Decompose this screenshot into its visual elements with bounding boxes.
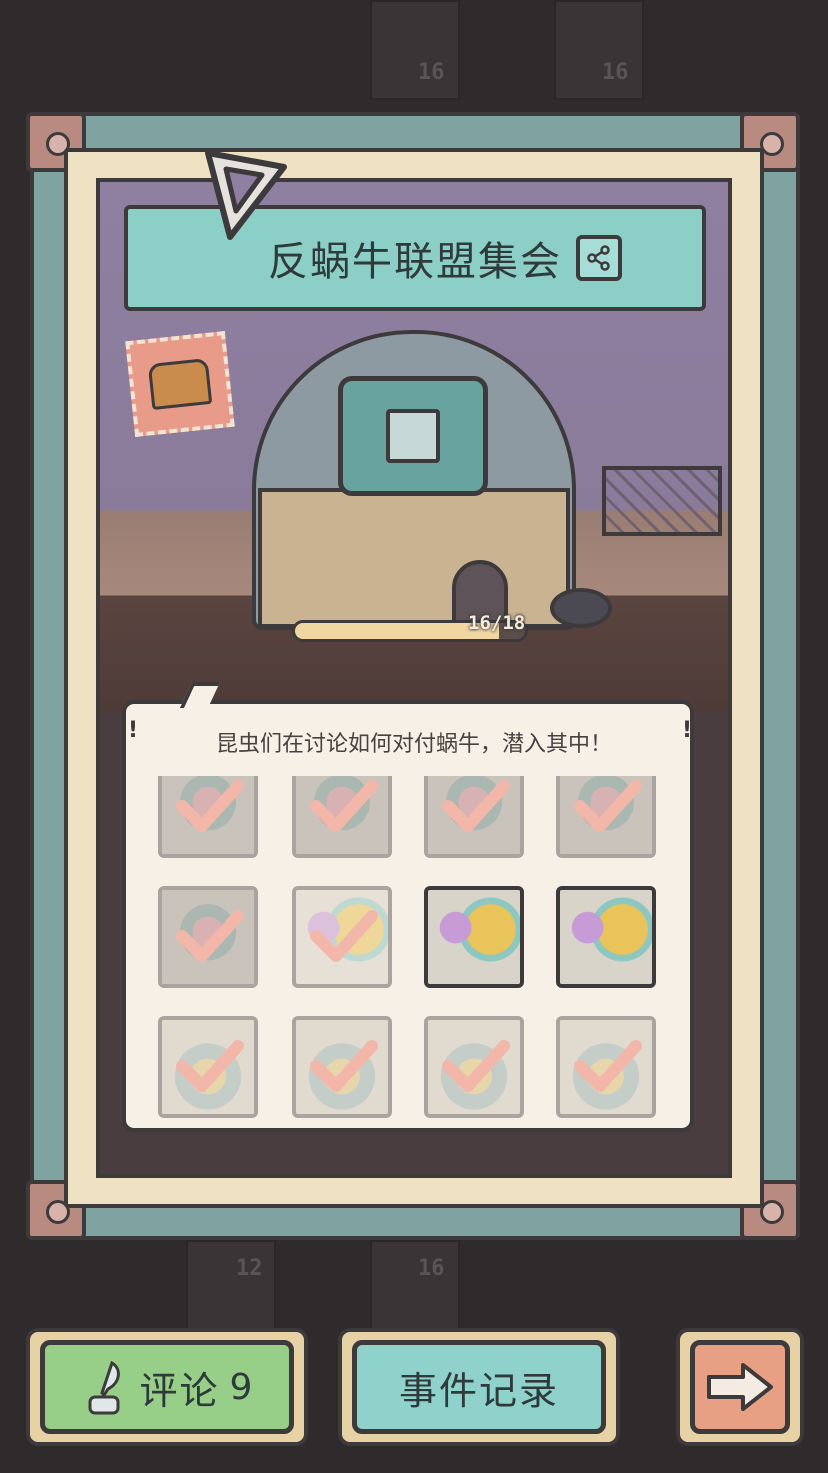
bug-card[interactable] <box>424 886 524 988</box>
background-tile-number: 12 <box>236 1256 263 1281</box>
event-log-button[interactable]: 事件记录 <box>352 1340 606 1434</box>
checkmark-icon <box>574 780 642 832</box>
share-icon <box>587 245 610 271</box>
arrow-right-icon <box>707 1363 773 1411</box>
monitor-screen-icon <box>386 409 440 463</box>
triangle-logo-icon <box>205 150 287 240</box>
share-button[interactable] <box>576 235 622 281</box>
tires-illustration <box>550 588 612 628</box>
bug-card[interactable] <box>158 1016 258 1118</box>
background-tile <box>186 1240 276 1330</box>
building-wall-illustration <box>258 488 570 628</box>
background-tile <box>370 0 460 100</box>
bug-card[interactable] <box>424 1016 524 1118</box>
bug-card[interactable] <box>292 776 392 858</box>
comment-count: 9 <box>229 1366 253 1408</box>
background-tile <box>370 1240 460 1330</box>
event-progress-text: 16/18 <box>468 612 526 634</box>
checkmark-icon <box>310 780 378 832</box>
bug-card[interactable] <box>292 886 392 988</box>
bug-card[interactable] <box>556 886 656 988</box>
treasure-chest-icon <box>147 357 213 411</box>
background-tile <box>554 0 644 100</box>
event-description: 昆虫们在讨论如何对付蜗牛，潜入其中！ <box>215 732 612 757</box>
checkmark-icon <box>574 1040 642 1092</box>
checkmark-icon <box>176 1040 244 1092</box>
bug-card[interactable] <box>292 1016 392 1118</box>
event-log-label: 事件记录 <box>398 1368 559 1413</box>
fence-illustration <box>602 466 722 536</box>
event-title: 反蜗牛联盟集会 <box>268 239 562 285</box>
monitor-illustration <box>338 376 488 496</box>
background-tile-number: 16 <box>418 60 445 85</box>
comment-label: 评论 <box>139 1368 220 1413</box>
robot-bug-icon <box>428 890 520 984</box>
treasure-chest-stamp[interactable] <box>125 331 235 437</box>
checkmark-icon <box>442 780 510 832</box>
background-tile-number: 16 <box>602 60 629 85</box>
bug-card[interactable] <box>556 776 656 858</box>
bug-card[interactable] <box>424 776 524 858</box>
quill-ink-icon <box>88 1360 120 1415</box>
bug-card[interactable] <box>158 886 258 988</box>
bug-card[interactable] <box>158 776 258 858</box>
comment-button[interactable]: 评论 9 <box>40 1340 294 1434</box>
checkmark-icon <box>310 910 378 962</box>
bug-card[interactable] <box>556 1016 656 1118</box>
checkmark-icon <box>176 910 244 962</box>
checkmark-icon <box>176 780 244 832</box>
robot-bug-icon <box>560 890 652 984</box>
bug-card-grid <box>158 776 668 1126</box>
next-button[interactable] <box>690 1340 790 1434</box>
checkmark-icon <box>310 1040 378 1092</box>
background-tile-number: 16 <box>418 1256 445 1281</box>
checkmark-icon <box>442 1040 510 1092</box>
